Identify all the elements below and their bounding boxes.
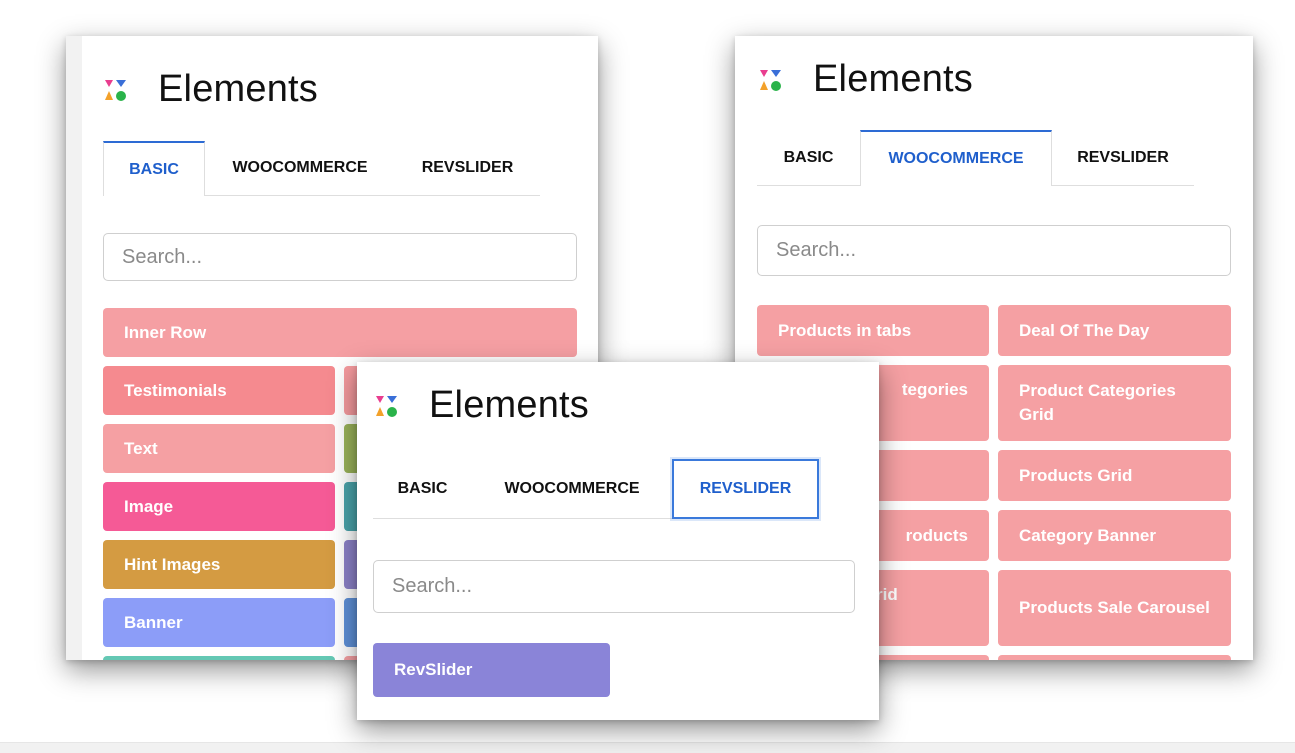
tab-label: BASIC xyxy=(783,148,834,166)
tab-label: WOOCOMMERCE xyxy=(888,150,1024,167)
elements-logo-icon xyxy=(105,79,126,101)
element-category-banner[interactable]: Category Banner xyxy=(998,510,1231,561)
element-deal-of-the-day[interactable]: Deal Of The Day xyxy=(998,305,1231,356)
element-label: Inner Row xyxy=(124,322,207,342)
element-label: Hint Images xyxy=(124,554,221,574)
element-label: Text xyxy=(124,438,158,458)
element-products-sale-carousel[interactable]: Products Sale Carousel xyxy=(998,570,1231,646)
element-label: Testimonials xyxy=(124,380,227,400)
tab-woocommerce[interactable]: WOOCOMMERCE xyxy=(205,141,395,195)
element-inner-row[interactable]: Inner Row xyxy=(103,308,577,357)
tab-woocommerce[interactable]: WOOCOMMERCE xyxy=(472,459,672,518)
element-product-categories-grid[interactable]: Product Categories Grid xyxy=(998,365,1231,441)
tab-label: REVSLIDER xyxy=(1077,148,1169,166)
tab-basic[interactable]: BASIC xyxy=(373,459,472,518)
panel-header: Elements xyxy=(759,58,973,101)
tab-label: WOOCOMMERCE xyxy=(504,479,640,497)
panel-title: Elements xyxy=(429,384,590,426)
tab-woocommerce[interactable]: WOOCOMMERCE xyxy=(860,130,1052,186)
elements-logo-icon xyxy=(760,69,781,91)
tab-revslider[interactable]: REVSLIDER xyxy=(672,459,819,519)
panel-title: Elements xyxy=(813,58,974,100)
panel-edge xyxy=(66,36,82,660)
tab-bar: BASIC WOOCOMMERCE REVSLIDER xyxy=(103,141,540,196)
element-label: Products in tabs xyxy=(778,320,912,340)
element-hint-images[interactable]: Hint Images xyxy=(103,540,335,589)
element-label: Category Banner xyxy=(1019,525,1156,545)
tab-basic[interactable]: BASIC xyxy=(757,130,860,185)
search-input[interactable] xyxy=(373,560,855,613)
element-label: Products Sale Carousel xyxy=(1019,598,1210,617)
element-image[interactable]: Image xyxy=(103,482,335,531)
element-label: roducts xyxy=(905,525,968,545)
element-label: Image xyxy=(124,496,174,516)
element-products-in-tabs[interactable]: Products in tabs xyxy=(757,305,989,356)
tab-revslider[interactable]: REVSLIDER xyxy=(395,141,540,195)
elements-panel-revslider: Elements BASIC WOOCOMMERCE REVSLIDER Rev… xyxy=(357,362,879,720)
search-input[interactable] xyxy=(757,225,1231,276)
tab-label: REVSLIDER xyxy=(421,159,514,176)
element-revslider[interactable]: RevSlider xyxy=(373,643,610,697)
tab-label: BASIC xyxy=(397,479,448,497)
tab-revslider[interactable]: REVSLIDER xyxy=(1052,130,1194,185)
search-input[interactable] xyxy=(103,233,577,281)
panel-title: Elements xyxy=(158,68,319,110)
element-label: Banner xyxy=(124,612,183,632)
tab-label: WOOCOMMERCE xyxy=(232,159,368,176)
element-banner[interactable]: Banner xyxy=(103,598,335,647)
element-products-grid[interactable]: Products Grid xyxy=(998,450,1231,501)
element-tile[interactable] xyxy=(103,656,335,660)
tab-basic[interactable]: BASIC xyxy=(103,141,205,196)
element-label: rid xyxy=(876,585,898,604)
elements-logo-icon xyxy=(376,395,397,417)
element-label: Products Grid xyxy=(1019,465,1133,485)
tab-bar: BASIC WOOCOMMERCE REVSLIDER xyxy=(373,459,819,519)
bottom-divider xyxy=(0,742,1295,753)
element-testimonials[interactable]: Testimonials xyxy=(103,366,335,415)
tab-label: REVSLIDER xyxy=(699,480,792,497)
panel-header: Elements xyxy=(104,68,318,111)
element-label: tegories xyxy=(901,380,968,399)
panel-header: Elements xyxy=(375,384,589,427)
element-label: RevSlider xyxy=(394,660,473,679)
element-tile[interactable] xyxy=(998,655,1231,660)
tab-label: BASIC xyxy=(129,160,179,178)
element-label: Product Categories Grid xyxy=(1019,381,1176,424)
element-text[interactable]: Text xyxy=(103,424,335,473)
element-label: Deal Of The Day xyxy=(1019,320,1150,340)
tab-bar: BASIC WOOCOMMERCE REVSLIDER xyxy=(757,130,1194,186)
